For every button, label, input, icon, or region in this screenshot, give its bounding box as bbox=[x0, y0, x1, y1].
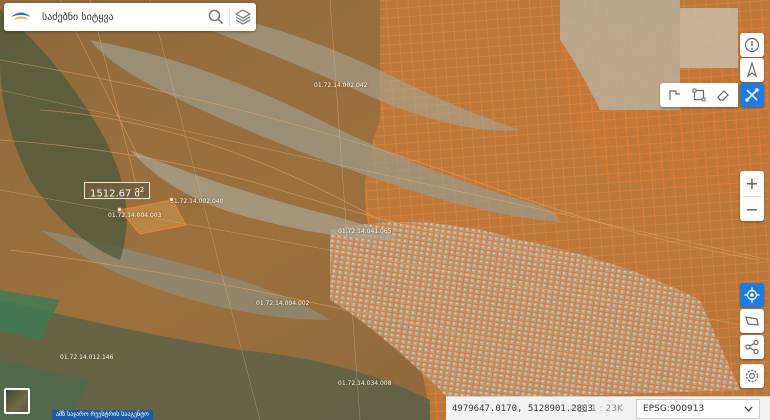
measure-vertex[interactable] bbox=[117, 207, 122, 212]
measure-vertex[interactable] bbox=[169, 197, 174, 202]
status-bar: 4979647.0170, 5128901.2803 1 : 23K EPSG:… bbox=[446, 396, 770, 420]
ruler-tool-icon bbox=[745, 88, 759, 102]
layers-icon bbox=[234, 9, 252, 25]
agency-attribution: ამზ საჯარო რეესტრის სააგენტო bbox=[52, 410, 153, 420]
basemap-switcher[interactable] bbox=[4, 388, 30, 414]
cadastral-code-label: 01.72.14.002.042 bbox=[314, 82, 368, 89]
map-canvas[interactable]: 01.72.14.002.042 01.72.14.004.003 01.72.14… bbox=[0, 0, 770, 420]
measurement-unit-power: 2 bbox=[139, 186, 145, 194]
cursor-coordinates: 4979647.0170, 5128901.2803 bbox=[452, 403, 593, 414]
search-bar bbox=[4, 3, 256, 31]
measurement-value: 1512.67 bbox=[90, 188, 132, 200]
search-input[interactable] bbox=[34, 5, 203, 29]
satellite-imagery bbox=[0, 0, 770, 420]
info-button[interactable] bbox=[740, 33, 764, 57]
scale-icon bbox=[578, 405, 587, 412]
locate-icon bbox=[744, 287, 760, 303]
measure-area-icon bbox=[692, 88, 706, 102]
north-arrow-button[interactable] bbox=[740, 58, 764, 82]
zoom-in-button[interactable]: + bbox=[740, 171, 764, 196]
measure-area-button[interactable] bbox=[689, 85, 709, 105]
north-arrow-icon bbox=[746, 62, 758, 78]
area-measurement-tooltip: 1512.67 მ2 bbox=[84, 182, 151, 200]
zoom-out-button[interactable]: − bbox=[740, 197, 764, 222]
layers-button[interactable] bbox=[230, 3, 256, 31]
ruler-tool-button[interactable] bbox=[740, 83, 764, 107]
settings-icon bbox=[745, 369, 759, 383]
scale-display: 1 : 23K bbox=[578, 404, 630, 414]
share-icon bbox=[745, 339, 759, 355]
cadastral-code-label: 01.72.14.004.003 bbox=[108, 212, 162, 219]
settings-button[interactable] bbox=[740, 364, 764, 388]
share-button[interactable] bbox=[740, 335, 764, 359]
search-button[interactable] bbox=[203, 3, 229, 31]
search-icon bbox=[208, 9, 224, 25]
cadastral-code-label: 01.72.14.004.002 bbox=[256, 300, 310, 307]
zoom-control: + − bbox=[740, 171, 764, 221]
eraser-icon bbox=[717, 90, 729, 101]
locate-button[interactable] bbox=[740, 283, 764, 307]
cadastral-code-label: 01.72.14.012.146 bbox=[60, 354, 114, 361]
chevron-down-icon bbox=[744, 406, 753, 412]
scale-value: 1 : 23K bbox=[591, 403, 623, 414]
eraser-button[interactable] bbox=[713, 85, 733, 105]
measure-toolbar bbox=[660, 83, 738, 107]
draw-polygon-button[interactable] bbox=[740, 309, 764, 333]
measure-line-button[interactable] bbox=[665, 85, 685, 105]
registry-logo bbox=[8, 3, 34, 31]
cadastral-code-label: 01.72.14.041.065 bbox=[338, 228, 392, 235]
measure-line-icon bbox=[669, 90, 680, 100]
projection-value: EPSG:900913 bbox=[643, 403, 705, 414]
polygon-draw-icon bbox=[745, 316, 759, 326]
cadastral-code-label: 01.72.14.002.040 bbox=[170, 198, 224, 205]
info-icon bbox=[744, 37, 760, 53]
projection-select[interactable]: EPSG:900913 bbox=[636, 398, 760, 419]
cadastral-code-label: 01.72.14.034.008 bbox=[338, 380, 392, 387]
